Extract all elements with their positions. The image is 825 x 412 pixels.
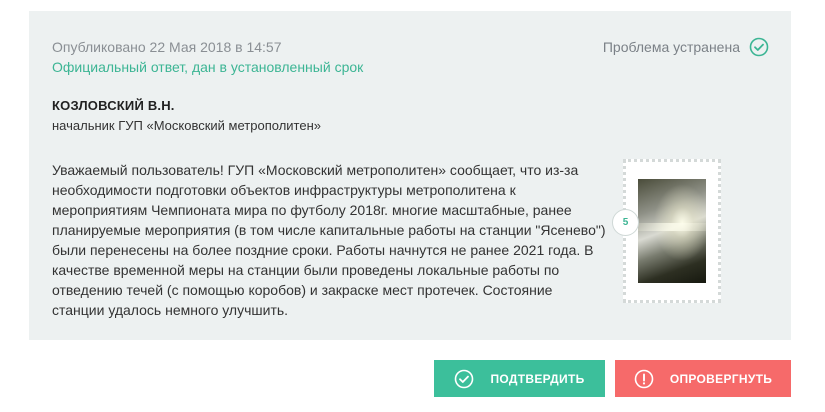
photo-count-badge[interactable]: 5 — [612, 209, 639, 236]
refute-button[interactable]: ОПРОВЕРГНУТЬ — [615, 360, 791, 397]
check-circle-icon — [749, 37, 769, 57]
official-answer-card: Опубликовано 22 Мая 2018 в 14:57 Официал… — [29, 11, 791, 340]
official-response-note: Официальный ответ, дан в установленный с… — [52, 59, 364, 75]
check-circle-icon — [455, 369, 474, 388]
station-photo — [638, 179, 706, 283]
status-label: Проблема устранена — [602, 39, 740, 55]
confirm-button-label: ПОДТВЕРДИТЬ — [490, 371, 585, 386]
author-position: начальник ГУП «Московский метрополитен» — [52, 118, 321, 133]
exclamation-circle-icon — [634, 369, 654, 388]
published-date: Опубликовано 22 Мая 2018 в 14:57 — [52, 39, 282, 55]
photo-light-beam — [638, 223, 706, 231]
photo-thumbnail[interactable] — [623, 159, 721, 303]
refute-button-label: ОПРОВЕРГНУТЬ — [669, 371, 773, 386]
confirm-button[interactable]: ПОДТВЕРДИТЬ — [434, 360, 605, 397]
problem-status: Проблема устранена — [603, 36, 769, 58]
answer-text: Уважаемый пользователь! ГУП «Московский … — [52, 162, 606, 318]
author-name: КОЗЛОВСКИЙ В.Н. — [52, 98, 175, 113]
